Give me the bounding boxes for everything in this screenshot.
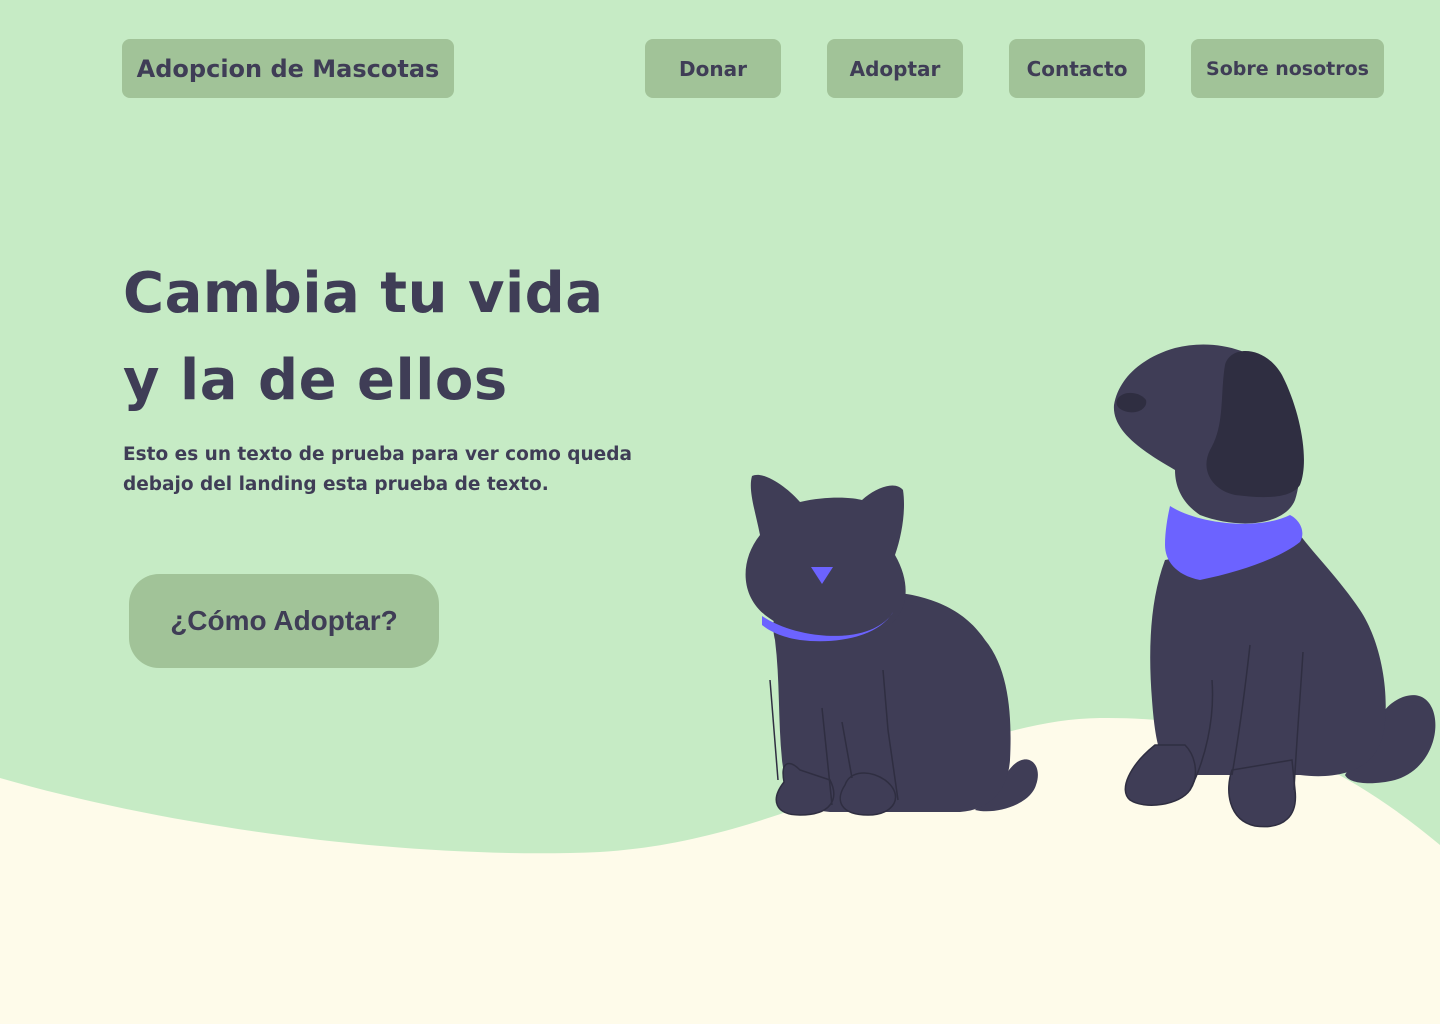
nav-contacto-button[interactable]: Contacto [1009,39,1145,98]
como-adoptar-button[interactable]: ¿Cómo Adoptar? [129,574,439,668]
nav-adoptar-button[interactable]: Adoptar [827,39,963,98]
hero-title: Cambia tu vida y la de ellos [123,250,604,424]
pets-illustration [745,344,1436,828]
brand-logo: Adopcion de Mascotas [122,39,454,98]
hero-title-line-2: y la de ellos [123,348,508,413]
hero-title-line-1: Cambia tu vida [123,261,604,326]
cat-icon [745,474,1038,816]
nav-donar-button[interactable]: Donar [645,39,781,98]
nav-sobre-nosotros-button[interactable]: Sobre nosotros [1191,39,1384,98]
hero-description: Esto es un texto de prueba para ver como… [123,444,632,495]
dog-icon [1113,344,1436,828]
